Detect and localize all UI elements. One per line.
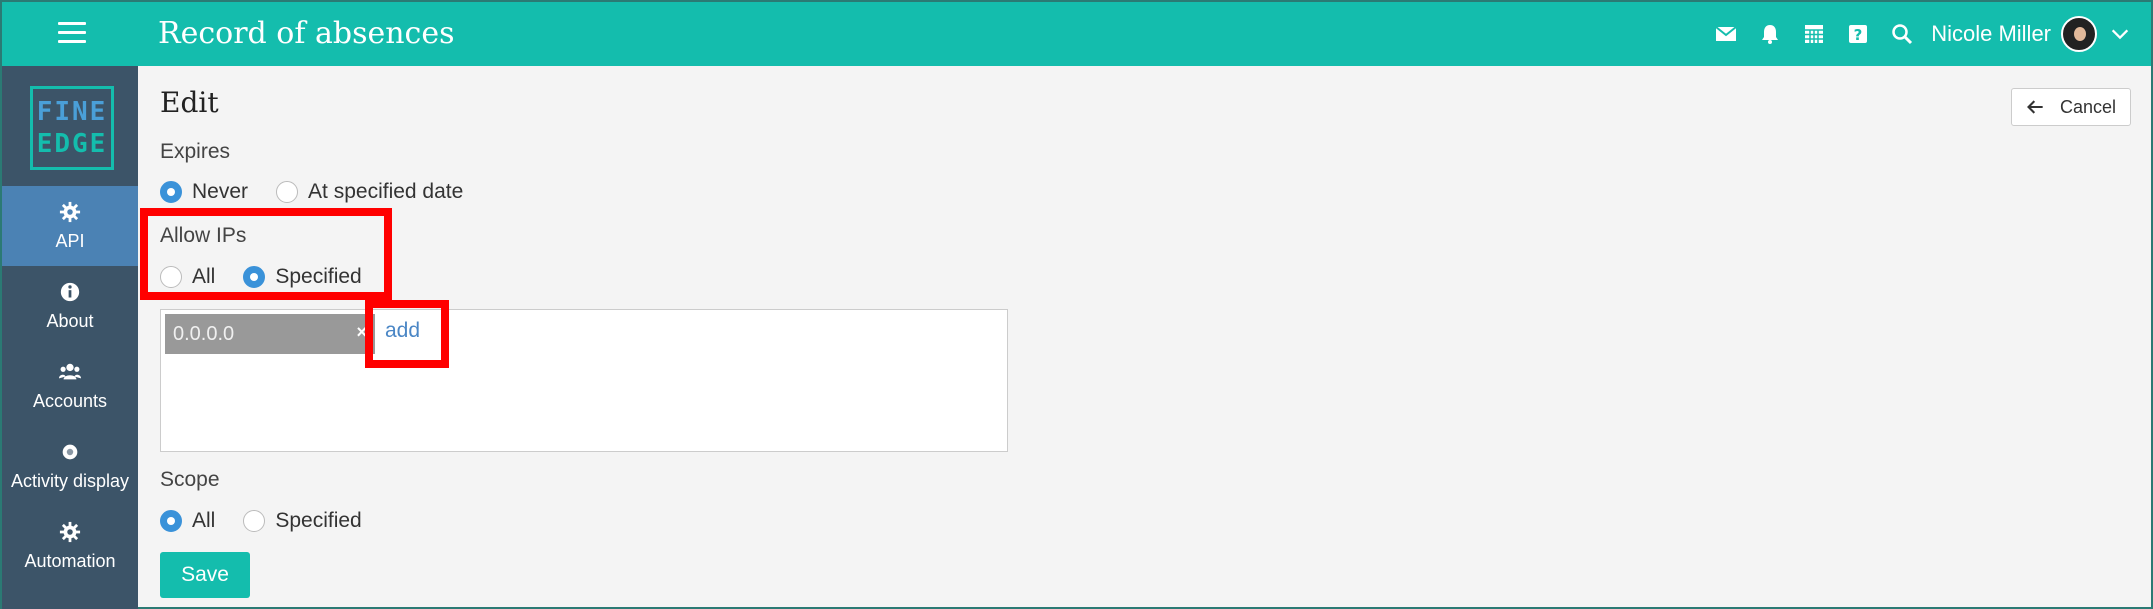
mail-icon[interactable] — [1713, 21, 1739, 47]
gear-icon — [59, 521, 81, 542]
sidebar: FINE EDGE API About Accounts Activity di… — [2, 66, 138, 609]
user-name[interactable]: Nicole Miller — [1931, 21, 2051, 47]
sidebar-item-accounts[interactable]: Accounts — [2, 346, 138, 426]
ip-tag: 0.0.0.0 × — [165, 314, 375, 354]
dot-icon — [62, 444, 78, 459]
main-content: Edit Cancel Expires Never At specified d… — [138, 66, 2151, 607]
cancel-button[interactable]: Cancel — [2011, 88, 2131, 126]
chevron-down-icon[interactable] — [2109, 23, 2131, 45]
gear-icon — [59, 201, 81, 222]
radio-unchecked-icon — [276, 181, 299, 203]
logo[interactable]: FINE EDGE — [30, 86, 114, 170]
scope-all-radio[interactable]: All — [160, 509, 215, 533]
save-button[interactable]: Save — [160, 552, 250, 598]
radio-checked-icon — [160, 181, 182, 203]
search-icon[interactable] — [1889, 21, 1915, 47]
scope-label: Scope — [160, 468, 220, 491]
expires-never-radio[interactable]: Never — [160, 180, 248, 204]
sidebar-item-label: Accounts — [32, 390, 108, 411]
sidebar-item-label: About — [46, 310, 94, 331]
top-header: Record of absences ? Nicole Miller — [2, 2, 2151, 66]
radio-checked-icon — [160, 510, 182, 532]
sidebar-item-label: Activity display — [10, 470, 130, 491]
highlight-allow-ips — [140, 208, 392, 300]
expires-specified-date-radio[interactable]: At specified date — [276, 180, 463, 204]
header-actions: ? Nicole Miller — [1695, 2, 2131, 66]
highlight-add-link — [365, 300, 449, 368]
menu-icon[interactable] — [58, 22, 86, 44]
ip-list-input[interactable]: 0.0.0.0 × add — [160, 309, 1008, 452]
scope-options: All Specified — [160, 509, 390, 533]
users-icon — [59, 363, 81, 379]
expires-label: Expires — [160, 140, 231, 163]
avatar[interactable] — [2061, 16, 2097, 52]
app-title: Record of absences — [158, 16, 455, 51]
help-icon[interactable]: ? — [1845, 21, 1871, 47]
sidebar-item-activity-display[interactable]: Activity display — [2, 426, 138, 506]
svg-text:?: ? — [1854, 26, 1863, 44]
info-icon — [60, 282, 80, 301]
expires-options: Never At specified date — [160, 180, 491, 204]
sidebar-item-api[interactable]: API — [2, 186, 138, 266]
bell-icon[interactable] — [1757, 21, 1783, 47]
radio-unchecked-icon — [243, 510, 266, 532]
sidebar-item-about[interactable]: About — [2, 266, 138, 346]
sidebar-item-label: API — [55, 230, 85, 251]
arrow-left-icon — [2027, 100, 2043, 114]
calendar-icon[interactable] — [1801, 21, 1827, 47]
sidebar-item-automation[interactable]: Automation — [2, 506, 138, 586]
page-title: Edit — [160, 86, 219, 119]
sidebar-item-label: Automation — [24, 550, 116, 571]
scope-specified-radio[interactable]: Specified — [243, 509, 362, 533]
